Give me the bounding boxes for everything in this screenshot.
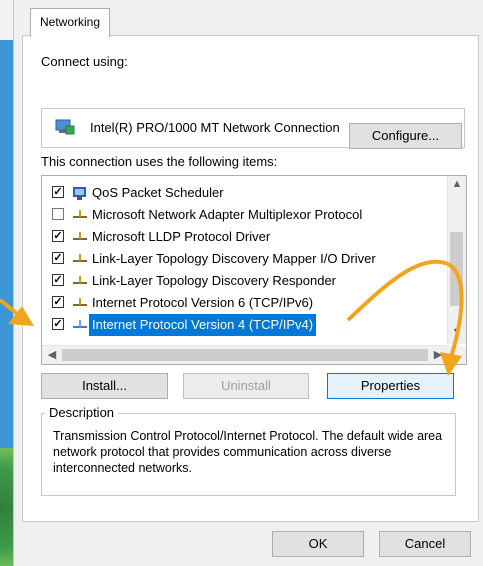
annotation-overlay (0, 259, 464, 376)
tab-networking[interactable]: Networking (30, 8, 110, 37)
annotation-arrow-curved (346, 259, 464, 376)
annotation-arrow-left (0, 298, 34, 326)
